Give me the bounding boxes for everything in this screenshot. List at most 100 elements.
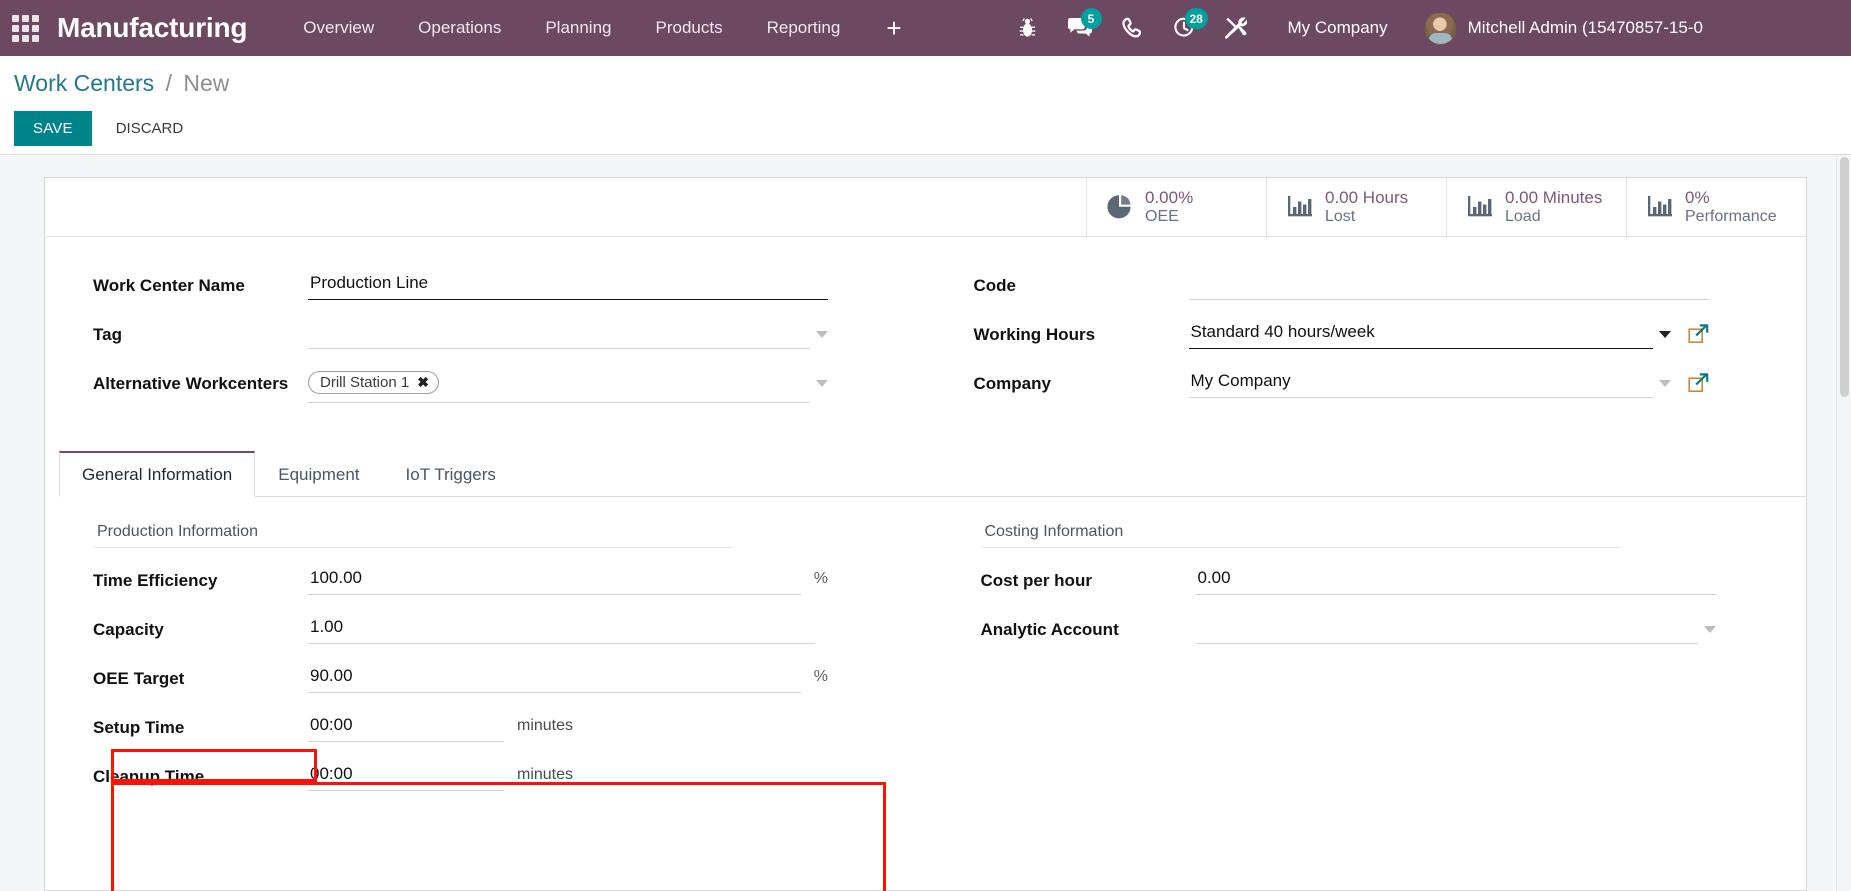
top-navbar: Manufacturing Overview Operations Planni… [0,0,1851,56]
chevron-down-icon[interactable] [1703,626,1716,633]
field-control [1195,613,1716,644]
field-label: Working Hours [973,325,1096,344]
stat-button-oee[interactable]: 0.00% OEE [1086,178,1266,236]
field-control [1195,564,1716,595]
notebook: General Information Equipment IoT Trigge… [45,450,1806,809]
tag-pill[interactable]: Drill Station 1 ✖ [308,371,439,394]
app-brand-title[interactable]: Manufacturing [57,12,247,44]
breadcrumb-separator: / [165,70,172,96]
breadcrumb-current: New [183,70,230,96]
working-hours-input[interactable] [1188,318,1653,349]
stat-text: 0.00 Minutes Load [1505,188,1602,227]
notebook-tabs: General Information Equipment IoT Trigge… [59,450,1806,497]
stat-button-lost[interactable]: 0.00 Hours Lost [1266,178,1446,236]
stat-value: 0.00 Hours [1325,187,1409,207]
field-control: Drill Station 1 ✖ [308,367,828,403]
tab-general-information[interactable]: General Information [59,451,256,497]
field-control: minutes [308,711,828,742]
user-menu[interactable]: Mitchell Admin (15470857-15-0 [1408,11,1703,45]
field-cost-per-hour: Cost per hour [981,564,1807,600]
external-link-icon[interactable] [1687,373,1709,399]
code-input[interactable] [1188,269,1709,300]
stat-button-performance[interactable]: 0% Performance [1626,178,1806,236]
chevron-down-icon[interactable] [816,331,828,338]
oee-target-input[interactable] [308,662,801,693]
messages-icon[interactable]: 5 [1054,0,1106,56]
cost-per-hour-input[interactable] [1195,564,1716,595]
phone-icon[interactable] [1106,0,1158,56]
field-control [308,269,828,300]
field-label: Time Efficiency [93,571,218,590]
menu-planning[interactable]: Planning [523,0,633,56]
save-button[interactable]: SAVE [14,111,92,146]
menu-overview[interactable]: Overview [281,0,396,56]
add-menu-button[interactable]: + [862,0,925,56]
stat-value: 0.00 Minutes [1505,187,1603,207]
form-columns: Work Center Name Tag [45,269,1806,416]
chevron-down-icon[interactable] [1658,331,1671,338]
user-name-label: Mitchell Admin (15470857-15-0 [1467,18,1703,37]
field-suffix: minutes [517,766,574,783]
breadcrumb: Work Centers / New [0,72,1851,95]
chevron-down-icon[interactable] [1658,380,1671,387]
capacity-input[interactable] [308,613,815,644]
tag-input-wrap [308,318,810,349]
scrollbar-thumb[interactable] [1839,157,1849,397]
alternative-workcenters-input[interactable]: Drill Station 1 ✖ [308,367,810,403]
chevron-down-icon[interactable] [816,380,828,387]
bug-icon[interactable] [1002,0,1054,56]
analytic-account-input[interactable] [1195,613,1698,644]
control-panel: Work Centers / New SAVE DISCARD [0,56,1851,155]
record-action-buttons: SAVE DISCARD [0,111,1851,146]
menu-operations[interactable]: Operations [396,0,523,56]
field-label: Work Center Name [93,276,245,295]
field-alternative-workcenters: Alternative Workcenters Drill Station 1 … [93,367,926,403]
messages-badge: 5 [1080,8,1102,29]
vertical-scrollbar[interactable] [1836,155,1851,891]
field-analytic-account: Analytic Account [981,613,1807,649]
tab-iot-triggers[interactable]: IoT Triggers [383,451,519,497]
breadcrumb-work-centers[interactable]: Work Centers [14,70,154,96]
stat-text: 0% Performance [1685,188,1777,227]
activity-clock-icon[interactable]: 28 [1158,0,1210,56]
stat-button-box: 0.00% OEE 0.00 Hours Lost 0.00 Minutes L… [45,178,1806,237]
production-information-title: Production Information [93,523,733,548]
stat-button-load[interactable]: 0.00 Minutes Load [1446,178,1626,236]
field-label: Cost per hour [980,571,1092,590]
external-link-icon[interactable] [1687,324,1709,350]
close-icon[interactable]: ✖ [417,374,429,391]
pie-chart-icon [1107,194,1133,220]
company-input[interactable] [1188,367,1653,398]
stat-value: 0% [1685,187,1710,207]
activity-badge: 28 [1184,8,1208,29]
tag-input[interactable] [308,318,810,349]
setup-time-input[interactable] [308,711,504,742]
costing-information-title: Costing Information [980,523,1621,548]
field-work-center-name: Work Center Name [93,269,926,305]
field-label: Cleanup Time [93,767,205,786]
cleanup-time-input[interactable] [308,760,504,791]
bar-chart-icon [1467,195,1493,219]
menu-products[interactable]: Products [634,0,745,56]
stat-label: OEE [1145,207,1179,225]
tools-icon[interactable] [1210,0,1262,56]
general-info-columns: Production Information Time Efficiency %… [59,523,1806,809]
apps-grid-icon[interactable] [11,14,39,42]
menu-reporting[interactable]: Reporting [745,0,863,56]
field-working-hours: Working Hours [974,318,1807,354]
discard-button[interactable]: DISCARD [99,111,201,146]
work-center-name-input[interactable] [308,269,828,300]
field-label: Company [973,374,1051,393]
form-fields-area: Work Center Name Tag [45,237,1806,809]
field-setup-time: Setup Time minutes [93,711,933,747]
field-control [1188,318,1709,350]
stat-text: 0.00 Hours Lost [1325,188,1408,227]
time-efficiency-input[interactable] [308,564,801,595]
field-capacity: Capacity [93,613,933,649]
field-label: Setup Time [93,718,185,737]
field-oee-target: OEE Target % [93,662,933,698]
stat-label: Performance [1685,207,1777,225]
tab-equipment[interactable]: Equipment [255,451,382,497]
field-control: % [308,564,828,595]
company-switcher[interactable]: My Company [1262,0,1408,56]
